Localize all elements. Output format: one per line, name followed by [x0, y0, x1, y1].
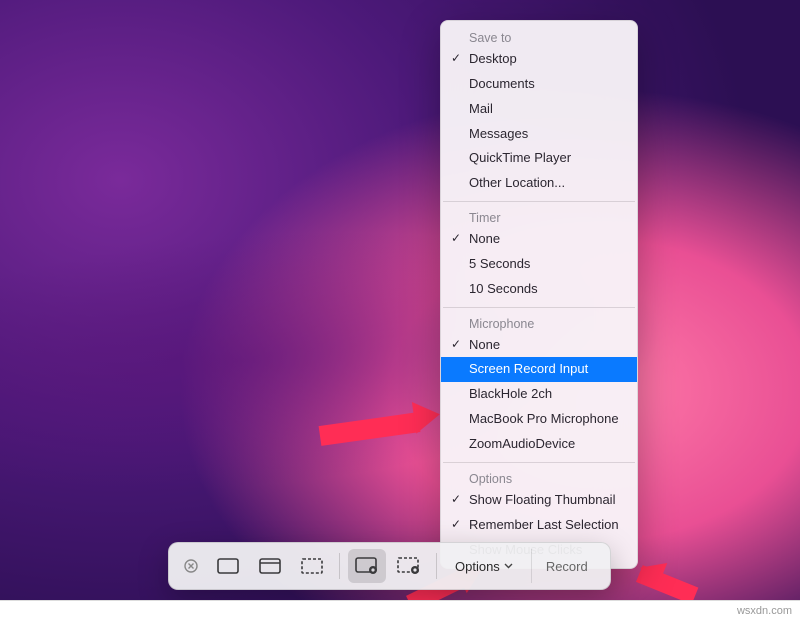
- menu-section-header: Timer: [441, 207, 637, 227]
- menu-item-label: MacBook Pro Microphone: [469, 411, 619, 426]
- menu-section-header: Save to: [441, 27, 637, 47]
- menu-item[interactable]: ✓ Show Floating Thumbnail: [441, 488, 637, 513]
- menu-item[interactable]: ✓ Desktop: [441, 47, 637, 72]
- checkmark-icon: ✓: [451, 516, 461, 533]
- menu-item-label: Remember Last Selection: [469, 517, 619, 532]
- menu-item-label: Other Location...: [469, 175, 565, 190]
- menu-item[interactable]: Messages: [441, 122, 637, 147]
- checkmark-icon: ✓: [451, 336, 461, 353]
- menu-item-label: 5 Seconds: [469, 256, 530, 271]
- options-button[interactable]: Options: [445, 549, 523, 583]
- menu-item[interactable]: BlackHole 2ch: [441, 382, 637, 407]
- record-button[interactable]: Record: [531, 549, 602, 583]
- page-footer: wsxdn.com: [0, 600, 800, 620]
- menu-item[interactable]: 10 Seconds: [441, 277, 637, 302]
- checkmark-icon: ✓: [451, 50, 461, 67]
- menu-item-label: 10 Seconds: [469, 281, 538, 296]
- menu-item[interactable]: Mail: [441, 97, 637, 122]
- menu-item-label: QuickTime Player: [469, 150, 571, 165]
- menu-item-label: BlackHole 2ch: [469, 386, 552, 401]
- desktop-wallpaper: [0, 0, 800, 600]
- menu-separator: [443, 462, 635, 463]
- separator: [339, 553, 340, 579]
- menu-section-header: Microphone: [441, 313, 637, 333]
- record-label: Record: [546, 559, 588, 574]
- capture-window-button[interactable]: [251, 549, 289, 583]
- menu-item-label: Screen Record Input: [469, 361, 588, 376]
- menu-item-label: Mail: [469, 101, 493, 116]
- checkmark-icon: ✓: [451, 230, 461, 247]
- record-entire-screen-button[interactable]: [348, 549, 386, 583]
- separator: [436, 553, 437, 579]
- menu-item-label: Documents: [469, 76, 535, 91]
- menu-item[interactable]: 5 Seconds: [441, 252, 637, 277]
- menu-item[interactable]: ✓ None: [441, 333, 637, 358]
- menu-item[interactable]: Other Location...: [441, 171, 637, 196]
- menu-section-header: Options: [441, 468, 637, 488]
- menu-item-label: Show Floating Thumbnail: [469, 492, 615, 507]
- menu-separator: [443, 201, 635, 202]
- capture-selection-button[interactable]: [293, 549, 331, 583]
- menu-item[interactable]: Documents: [441, 72, 637, 97]
- menu-item[interactable]: ✓ None: [441, 227, 637, 252]
- menu-item[interactable]: QuickTime Player: [441, 146, 637, 171]
- capture-entire-screen-button[interactable]: [209, 549, 247, 583]
- menu-item-label: Messages: [469, 126, 528, 141]
- close-button[interactable]: [177, 559, 205, 573]
- menu-separator: [443, 307, 635, 308]
- footer-credit: wsxdn.com: [737, 605, 792, 617]
- menu-item-label: None: [469, 337, 500, 352]
- checkmark-icon: ✓: [451, 491, 461, 508]
- options-label: Options: [455, 559, 500, 574]
- menu-item-label: Desktop: [469, 51, 517, 66]
- menu-item[interactable]: MacBook Pro Microphone: [441, 407, 637, 432]
- menu-item[interactable]: ✓ Remember Last Selection: [441, 513, 637, 538]
- options-menu: Save to ✓ Desktop Documents Mail Messages Quic…: [440, 20, 638, 569]
- menu-item-label: ZoomAudioDevice: [469, 436, 575, 451]
- menu-item[interactable]: Screen Record Input: [441, 357, 637, 382]
- menu-item[interactable]: ZoomAudioDevice: [441, 432, 637, 457]
- menu-item-label: None: [469, 231, 500, 246]
- record-selection-button[interactable]: [390, 549, 428, 583]
- chevron-down-icon: [504, 563, 513, 569]
- screenshot-toolbar: Options Record: [168, 542, 611, 590]
